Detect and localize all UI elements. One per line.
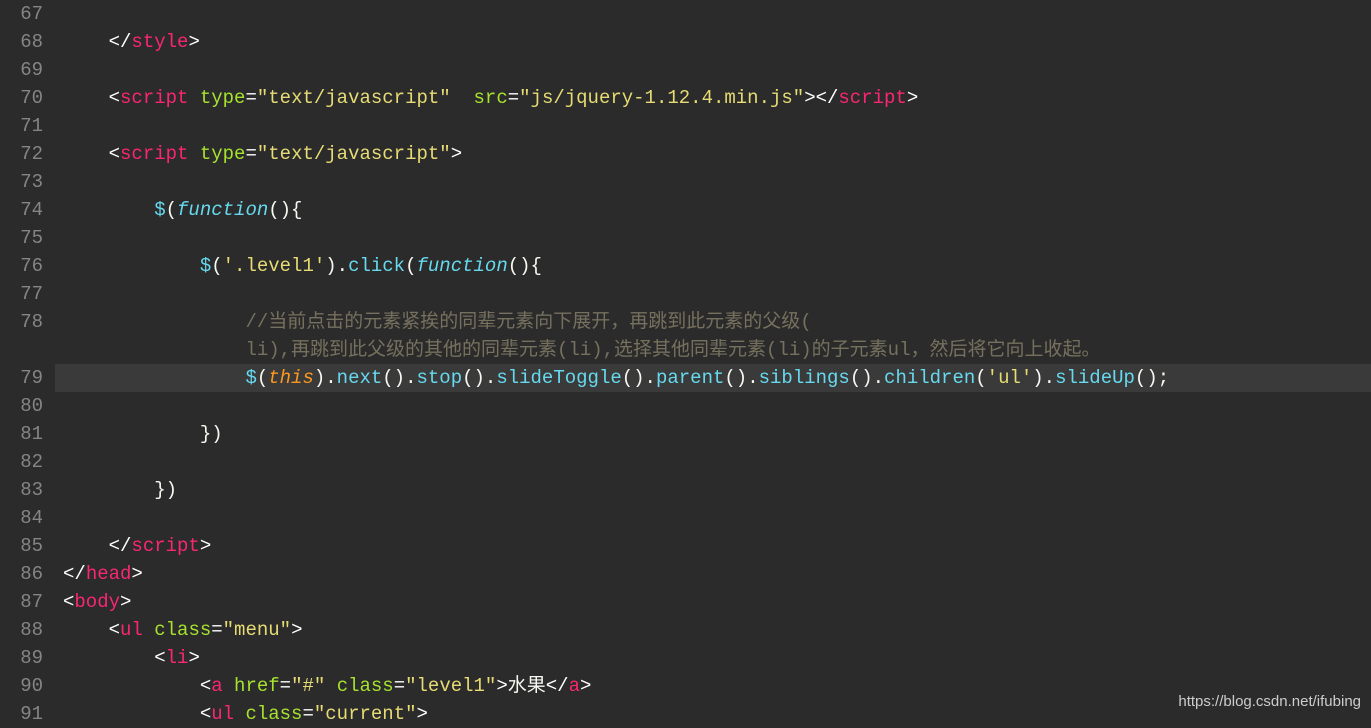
line-number: 90 (0, 672, 43, 700)
line-number: 78 (0, 308, 43, 336)
line-number: 69 (0, 56, 43, 84)
code-line[interactable]: <ul class="current"> (55, 700, 1371, 728)
code-line[interactable] (55, 0, 1371, 28)
line-number: 67 (0, 0, 43, 28)
code-line[interactable]: $('.level1').click(function(){ (55, 252, 1371, 280)
line-number: 80 (0, 392, 43, 420)
code-line[interactable] (55, 168, 1371, 196)
line-number: 79 (0, 364, 43, 392)
line-number: 70 (0, 84, 43, 112)
line-number: 88 (0, 616, 43, 644)
code-line[interactable] (55, 448, 1371, 476)
line-number-gutter: 67 68 69 70 71 72 73 74 75 76 77 78 79 8… (0, 0, 55, 718)
line-number: 89 (0, 644, 43, 672)
code-line[interactable]: <ul class="menu"> (55, 616, 1371, 644)
line-number: 83 (0, 476, 43, 504)
code-line[interactable]: <li> (55, 644, 1371, 672)
code-line[interactable]: //当前点击的元素紧挨的同辈元素向下展开，再跳到此元素的父级( (55, 308, 1371, 336)
line-number: 84 (0, 504, 43, 532)
line-number: 72 (0, 140, 43, 168)
code-line[interactable]: </style> (55, 28, 1371, 56)
code-line[interactable]: <script type="text/javascript" src="js/j… (55, 84, 1371, 112)
code-line[interactable]: $(function(){ (55, 196, 1371, 224)
code-line[interactable] (55, 504, 1371, 532)
line-number: 74 (0, 196, 43, 224)
code-line[interactable] (55, 56, 1371, 84)
line-number: 71 (0, 112, 43, 140)
code-line[interactable]: }) (55, 420, 1371, 448)
code-line-wrap[interactable]: li),再跳到此父级的其他的同辈元素(li),选择其他同辈元素(li)的子元素u… (55, 336, 1371, 364)
line-number: 68 (0, 28, 43, 56)
code-line[interactable]: <a href="#" class="level1">水果</a> (55, 672, 1371, 700)
line-number: 85 (0, 532, 43, 560)
code-line[interactable]: </head> (55, 560, 1371, 588)
code-line[interactable] (55, 280, 1371, 308)
code-line-active[interactable]: $(this).next().stop().slideToggle().pare… (55, 364, 1371, 392)
code-line[interactable] (55, 224, 1371, 252)
code-content[interactable]: </style> <script type="text/javascript" … (55, 0, 1371, 718)
code-line[interactable] (55, 112, 1371, 140)
code-line[interactable]: }) (55, 476, 1371, 504)
code-line[interactable]: <script type="text/javascript"> (55, 140, 1371, 168)
code-line[interactable]: </script> (55, 532, 1371, 560)
line-number: 77 (0, 280, 43, 308)
line-number: 76 (0, 252, 43, 280)
line-number: 82 (0, 448, 43, 476)
line-number: 75 (0, 224, 43, 252)
line-number: 81 (0, 420, 43, 448)
watermark-text: https://blog.csdn.net/ifubing (1178, 693, 1361, 710)
code-editor[interactable]: 67 68 69 70 71 72 73 74 75 76 77 78 79 8… (0, 0, 1371, 718)
line-number: 91 (0, 700, 43, 728)
line-number: 73 (0, 168, 43, 196)
code-line[interactable] (55, 392, 1371, 420)
code-line[interactable]: <body> (55, 588, 1371, 616)
line-number: 87 (0, 588, 43, 616)
line-number: 86 (0, 560, 43, 588)
